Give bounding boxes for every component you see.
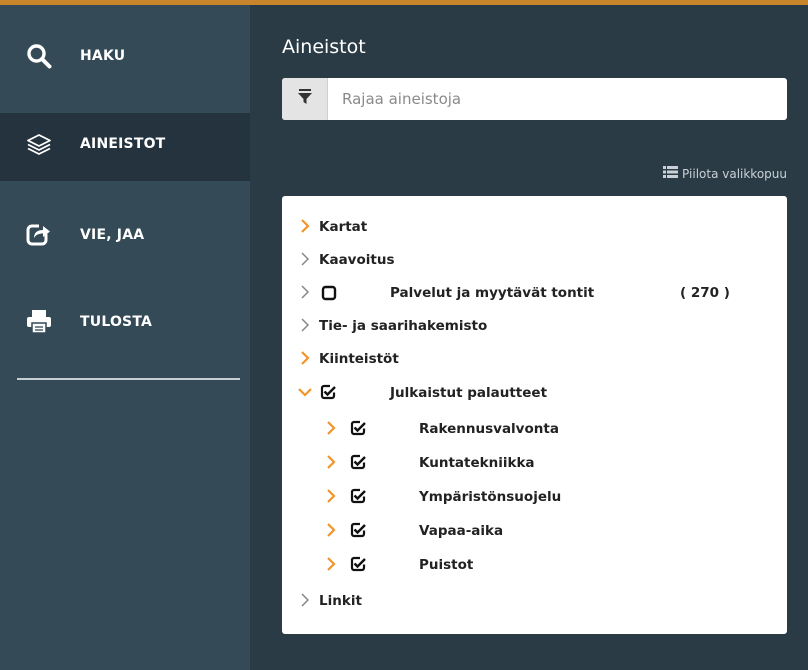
filter-icon [297, 89, 312, 109]
layers-icon [26, 131, 52, 157]
tree-item-label: Kiinteistöt [319, 351, 399, 367]
chevron-right-icon[interactable] [299, 218, 311, 234]
sidebar-item-label: TULOSTA [80, 314, 153, 330]
chevron-right-icon[interactable] [299, 284, 311, 300]
chevron-right-icon[interactable] [325, 454, 337, 470]
print-icon [26, 308, 52, 334]
filter-button[interactable] [282, 78, 328, 120]
hide-tree-toggle[interactable]: Piilota valikkopuu [663, 166, 787, 181]
tree-item-rakennusvalvonta[interactable]: Rakennusvalvonta [282, 416, 787, 442]
layer-tree: Kartat Kaavoitus Palvelut ja myytävät to… [282, 196, 787, 634]
tree-item-kaavoitus[interactable]: Kaavoitus [282, 247, 787, 273]
tree-item-kuntatekniikka[interactable]: Kuntatekniikka [282, 450, 787, 476]
sidebar-item-label: VIE, JAA [80, 227, 145, 243]
sidebar: HAKU AINEISTOT VIE, JAA TULOSTA [0, 5, 250, 670]
checkbox-checked-icon[interactable] [350, 420, 366, 436]
tree-item-label: Kuntatekniikka [419, 455, 535, 471]
tree-item-label: Puistot [419, 557, 474, 573]
hide-tree-label: Piilota valikkopuu [682, 166, 787, 181]
filter-bar [282, 78, 787, 120]
sidebar-item-haku[interactable]: HAKU [0, 5, 250, 113]
tree-item-ymparistonsuojelu[interactable]: Ympäristönsuojelu [282, 484, 787, 510]
chevron-right-icon[interactable] [325, 420, 337, 436]
tree-item-count: ( 270 ) [680, 285, 730, 301]
tree-item-julkaistut-palautteet[interactable]: Julkaistut palautteet [282, 380, 787, 406]
tree-item-label: Linkit [319, 593, 362, 609]
sidebar-item-label: AINEISTOT [80, 136, 166, 152]
tree-item-label: Kaavoitus [319, 252, 395, 268]
chevron-right-icon[interactable] [299, 251, 311, 267]
tree-item-label: Kartat [319, 219, 368, 235]
sidebar-item-label: HAKU [80, 48, 126, 64]
chevron-right-icon[interactable] [299, 317, 311, 333]
checkbox-unchecked-icon[interactable] [321, 285, 337, 301]
chevron-right-icon[interactable] [325, 488, 337, 504]
chevron-down-icon[interactable] [297, 384, 313, 400]
sidebar-item-aineistot[interactable]: AINEISTOT [0, 113, 250, 181]
chevron-right-icon[interactable] [325, 556, 337, 572]
tree-item-palvelut[interactable]: Palvelut ja myytävät tontit ( 270 ) [282, 280, 787, 306]
list-icon [663, 166, 679, 181]
tree-item-kartat[interactable]: Kartat [282, 214, 787, 240]
sidebar-item-tulosta[interactable]: TULOSTA [0, 271, 250, 361]
chevron-right-icon[interactable] [299, 592, 311, 608]
chevron-right-icon[interactable] [299, 350, 311, 366]
sidebar-item-vie-jaa[interactable]: VIE, JAA [0, 181, 250, 271]
filter-input[interactable] [328, 78, 787, 120]
page-title: Aineistot [282, 36, 366, 58]
tree-item-puistot[interactable]: Puistot [282, 552, 787, 578]
tree-item-label: Tie- ja saarihakemisto [319, 318, 488, 334]
checkbox-checked-icon[interactable] [320, 384, 336, 400]
share-icon [26, 221, 52, 247]
tree-item-kiinteistot[interactable]: Kiinteistöt [282, 346, 787, 372]
checkbox-checked-icon[interactable] [350, 454, 366, 470]
search-icon [26, 43, 52, 69]
tree-item-label: Rakennusvalvonta [419, 421, 559, 437]
sidebar-divider [17, 378, 240, 380]
tree-item-label: Vapaa-aika [419, 523, 504, 539]
checkbox-checked-icon[interactable] [350, 522, 366, 538]
tree-item-label: Palvelut ja myytävät tontit [390, 285, 595, 301]
tree-item-tie-ja-saarihakemisto[interactable]: Tie- ja saarihakemisto [282, 313, 787, 339]
chevron-right-icon[interactable] [325, 522, 337, 538]
tree-item-label: Ympäristönsuojelu [419, 489, 562, 505]
tree-item-vapaa-aika[interactable]: Vapaa-aika [282, 518, 787, 544]
tree-item-label: Julkaistut palautteet [390, 385, 548, 401]
checkbox-checked-icon[interactable] [350, 488, 366, 504]
tree-item-linkit[interactable]: Linkit [282, 588, 787, 614]
checkbox-checked-icon[interactable] [350, 556, 366, 572]
